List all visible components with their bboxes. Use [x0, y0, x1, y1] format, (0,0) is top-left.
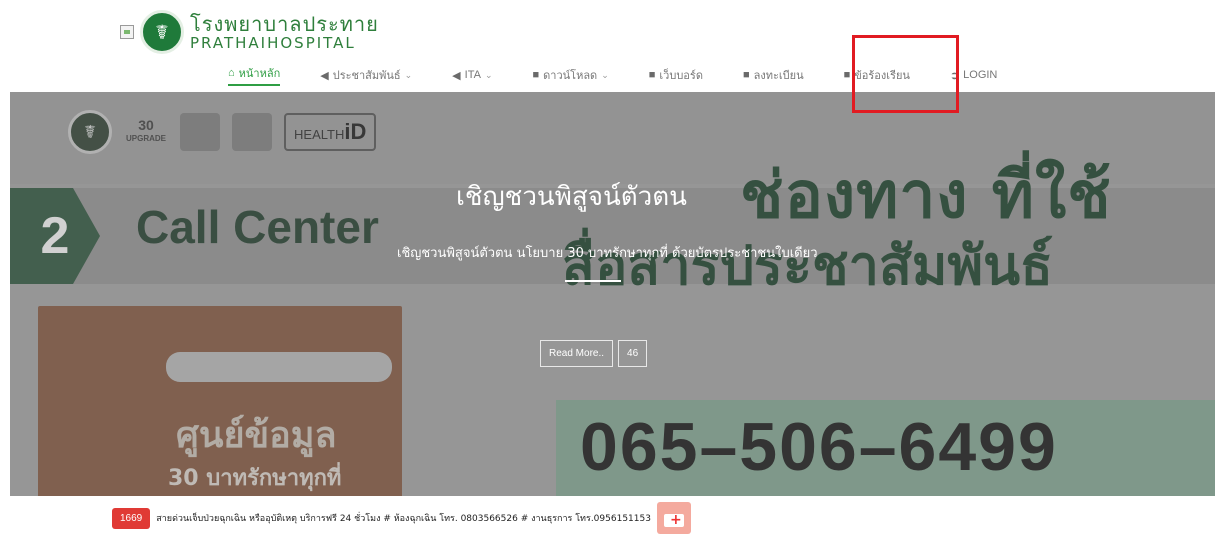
nav-item-public-relations[interactable]: ◀ ประชาสัมพันธ์ ⌄	[320, 66, 412, 84]
emergency-number-badge: 1669	[112, 507, 151, 529]
nav-item-download[interactable]: ■ ดาวน์โหลด ⌄	[532, 66, 608, 84]
nav-item-label: ITA	[464, 69, 481, 81]
logo-thai-name: โรงพยาบาลประทาย	[190, 12, 379, 36]
read-more-button[interactable]: Read More..	[540, 340, 614, 367]
nav-item-label: ประชาสัมพันธ์	[332, 70, 401, 82]
nav-item-home[interactable]: ⌂ หน้าหลัก	[228, 64, 281, 86]
ambulance-icon[interactable]	[656, 502, 691, 534]
nav-item-label: หน้าหลัก	[238, 68, 281, 80]
comment-icon: ■	[742, 69, 750, 81]
site-logo[interactable]: ☤ โรงพยาบาลประทาย PRATHAIHOSPITAL	[120, 10, 379, 54]
chevron-down-icon: ⌄	[404, 69, 413, 80]
hero-overlay	[10, 92, 1215, 496]
logo-text: โรงพยาบาลประทาย PRATHAIHOSPITAL	[190, 13, 379, 51]
comment-icon: ■	[648, 69, 656, 81]
chevron-down-icon: ⌄	[601, 69, 609, 80]
home-icon: ⌂	[228, 67, 235, 79]
megaphone-icon: ◀	[452, 69, 461, 82]
emergency-ticker: 1669 สายด่วนเจ็บป่วยฉุกเฉิน หรืออุบัติเห…	[112, 502, 691, 534]
slide-divider	[565, 280, 621, 282]
comment-icon: ■	[843, 69, 851, 81]
logo-english-name: PRATHAIHOSPITAL	[190, 34, 356, 52]
comment-icon: ■	[532, 69, 540, 81]
broken-image-icon	[120, 25, 134, 39]
hero-slider[interactable]: ☤ 30 UPGRADE HEALTHiD 2 Call Center ช่องท…	[10, 92, 1215, 496]
chevron-down-icon: ⌄	[484, 69, 493, 80]
highlight-box	[852, 35, 959, 113]
slide-subtitle: เชิญชวนพิสูจน์ตัวตน นโยบาย 30 บาทรักษาทุ…	[397, 246, 818, 261]
nav-item-webboard[interactable]: ■ เว็บบอร์ด	[649, 66, 703, 84]
nav-item-label: LOGIN	[963, 69, 998, 81]
slide-title[interactable]: เชิญชวนพิสูจน์ตัวตน	[456, 176, 687, 217]
ticker-text: สายด่วนเจ็บป่วยฉุกเฉิน หรืออุบัติเหตุ บร…	[156, 514, 651, 524]
nav-item-label: เว็บบอร์ด	[659, 70, 703, 82]
slide-actions: Read More.. 46	[540, 340, 652, 367]
view-count-badge: 46	[618, 340, 648, 367]
nav-item-label: ดาวน์โหลด	[543, 70, 598, 82]
site-header: ☤ โรงพยาบาลประทาย PRATHAIHOSPITAL ⌂ หน้า…	[0, 0, 1225, 92]
hospital-emblem-icon: ☤	[140, 10, 184, 54]
nav-item-label: ลงทะเบียน	[753, 70, 804, 82]
megaphone-icon: ◀	[320, 69, 329, 82]
nav-item-register[interactable]: ■ ลงทะเบียน	[743, 66, 804, 84]
nav-item-ita[interactable]: ◀ ITA ⌄	[452, 69, 492, 82]
